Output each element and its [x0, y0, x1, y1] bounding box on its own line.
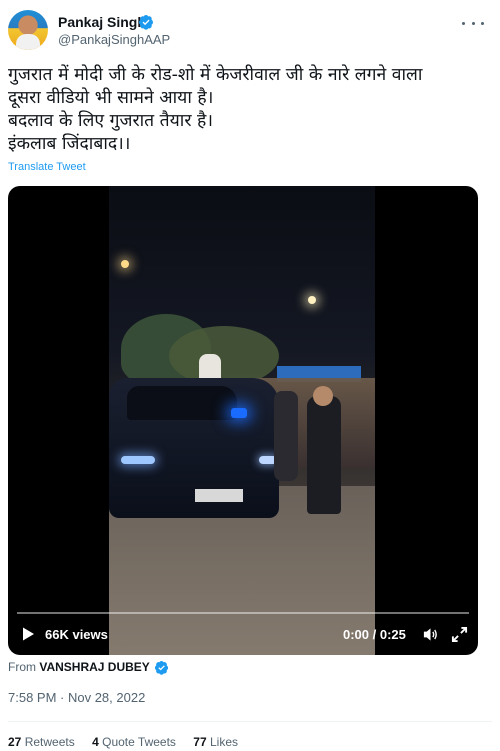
car-window [127, 386, 237, 420]
video-time: 0:00 / 0:25 [343, 627, 406, 642]
tweet-line: गुजरात में मोदी जी के रोड-शो में केजरीवा… [8, 65, 423, 85]
tree [169, 326, 279, 386]
author-name[interactable]: Pankaj Singh [58, 14, 146, 31]
fullscreen-icon[interactable] [451, 626, 468, 643]
likes-stat[interactable]: 77 Likes [193, 735, 238, 749]
tweet-line: दूसरा वीडियो भी सामने आया है। [8, 88, 214, 108]
likes-label: Likes [209, 735, 238, 749]
video-source: From VANSHRAJ DUBEY [8, 660, 150, 675]
beacon-light [231, 408, 247, 418]
headlight [121, 456, 155, 464]
video-player[interactable]: 66K views 0:00 / 0:25 [8, 186, 478, 655]
video-view-count: 66K views [45, 627, 108, 642]
street-light [121, 260, 129, 268]
tweet-header: Pankaj Singh @PankajSinghAAP [0, 0, 500, 60]
tweet-stats: 27 Retweets 4 Quote Tweets 77 Likes [8, 735, 252, 749]
likes-count: 77 [193, 735, 207, 749]
author-avatar[interactable] [8, 10, 48, 50]
person [307, 396, 341, 514]
quote-tweets-label: Quote Tweets [102, 735, 176, 749]
divider [8, 721, 492, 722]
avatar-shirt [16, 34, 40, 50]
more-dot [471, 21, 475, 25]
translate-tweet-link[interactable]: Translate Tweet [8, 161, 86, 173]
video-progress-bar[interactable] [17, 612, 469, 614]
tweet-text: गुजरात में मोदी जी के रोड-शो में केजरीवा… [8, 64, 492, 156]
tweet-line: बदलाव के लिए गुजरात तैयार है। [8, 111, 213, 131]
verified-badge-icon [154, 660, 169, 675]
street-light [308, 296, 316, 304]
play-icon[interactable] [20, 626, 36, 642]
verified-badge-icon [139, 15, 153, 30]
person [274, 391, 298, 481]
more-options-button[interactable] [462, 14, 484, 32]
source-account[interactable]: VANSHRAJ DUBEY [39, 660, 149, 674]
retweets-stat[interactable]: 27 Retweets [8, 735, 75, 749]
tweet-timestamp[interactable]: 7:58 PM · Nov 28, 2022 [8, 690, 145, 705]
more-dot [481, 21, 484, 25]
number-plate [195, 489, 243, 502]
source-prefix: From [8, 660, 36, 674]
video-frame[interactable] [109, 186, 375, 655]
more-dots-icon [462, 21, 465, 25]
volume-icon[interactable] [422, 626, 439, 643]
quote-tweets-stat[interactable]: 4 Quote Tweets [92, 735, 176, 749]
person-head [313, 386, 333, 406]
author-handle[interactable]: @PankajSinghAAP [58, 32, 170, 48]
retweets-label: Retweets [24, 735, 75, 749]
retweets-count: 27 [8, 735, 22, 749]
tweet-line: इंकलाब जिंदाबाद।। [8, 134, 131, 154]
quote-tweets-count: 4 [92, 735, 99, 749]
